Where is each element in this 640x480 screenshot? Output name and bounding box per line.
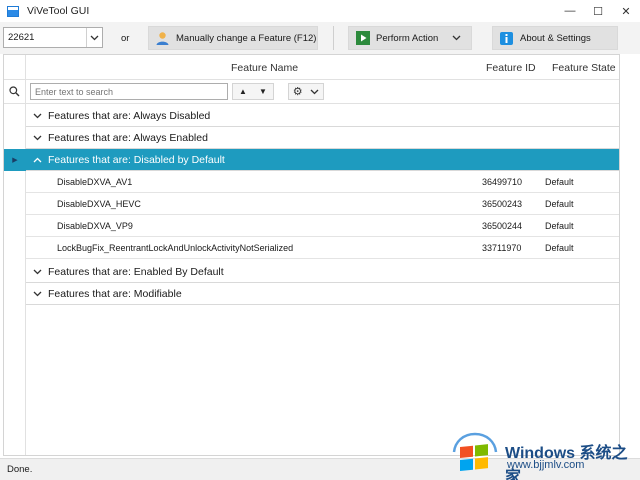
manual-change-label: Manually change a Feature (F12): [176, 32, 317, 44]
feature-state-cell: Default: [545, 221, 574, 231]
chevron-up-icon[interactable]: [26, 157, 48, 163]
about-settings-button[interactable]: About & Settings: [492, 26, 618, 50]
sort-up-icon: ▲: [239, 87, 247, 96]
feature-name-cell: DisableDXVA_HEVC: [57, 199, 141, 209]
group-label: Features that are: Modifiable: [48, 287, 182, 300]
table-row[interactable]: DisableDXVA_VP9 36500244 Default: [26, 215, 619, 237]
window-title: ViVeTool GUI: [27, 5, 90, 17]
manual-change-button[interactable]: Manually change a Feature (F12): [148, 26, 318, 50]
windows-logo-icon: [452, 432, 498, 472]
chevron-down-icon[interactable]: [26, 135, 48, 141]
feature-name-cell: DisableDXVA_VP9: [57, 221, 133, 231]
table-row[interactable]: LockBugFix_ReentrantLockAndUnlockActivit…: [26, 237, 619, 259]
feature-state-cell: Default: [545, 199, 574, 209]
column-header-feature-id[interactable]: Feature ID: [486, 62, 536, 74]
chevron-down-icon[interactable]: [86, 28, 102, 47]
gear-icon: ⚙: [292, 86, 303, 98]
sort-down-icon: ▼: [259, 87, 267, 96]
chevron-down-icon[interactable]: [26, 269, 48, 275]
group-label: Features that are: Enabled By Default: [48, 265, 224, 278]
feature-name-cell: DisableDXVA_AV1: [57, 177, 133, 187]
status-text: Done.: [7, 464, 33, 475]
or-label: or: [121, 33, 130, 44]
features-grid: Feature Name Feature ID Feature State ▲ …: [3, 54, 620, 456]
close-button[interactable]: ✕: [612, 0, 640, 22]
build-value: 22621: [8, 32, 35, 43]
feature-id-cell: 36499710: [482, 177, 523, 187]
toolbar: 22621 or Manually change a Feature (F12)…: [0, 22, 640, 54]
perform-action-label: Perform Action: [376, 32, 439, 44]
minimize-button[interactable]: —: [556, 0, 584, 22]
search-icon: [9, 86, 20, 100]
toolbar-separator: [333, 26, 334, 50]
group-row-always-disabled[interactable]: Features that are: Always Disabled: [26, 105, 619, 127]
chevron-down-icon[interactable]: [452, 33, 461, 44]
play-icon: [355, 31, 370, 46]
group-label: Features that are: Always Enabled: [48, 131, 208, 144]
feature-id-cell: 36500244: [482, 221, 523, 231]
filter-options-button[interactable]: ⚙: [288, 83, 324, 100]
group-row-always-enabled[interactable]: Features that are: Always Enabled: [26, 127, 619, 149]
maximize-button[interactable]: ☐: [584, 0, 612, 22]
feature-state-cell: Default: [545, 177, 574, 187]
group-label: Features that are: Always Disabled: [48, 109, 211, 122]
column-header-feature-state[interactable]: Feature State: [552, 62, 616, 74]
feature-id-cell: 33711970: [482, 243, 522, 253]
sort-toggle-button[interactable]: ▲ ▼: [232, 83, 274, 100]
info-icon: [499, 31, 514, 46]
watermark: Windows 系统之家 www.bjjmlv.com: [447, 430, 637, 480]
app-icon: [7, 5, 19, 17]
watermark-url: www.bjjmlv.com: [507, 459, 585, 471]
grid-header: Feature Name Feature ID Feature State: [4, 55, 619, 80]
user-icon: [155, 31, 170, 46]
table-row[interactable]: DisableDXVA_AV1 36499710 Default: [26, 171, 619, 193]
about-settings-label: About & Settings: [520, 32, 591, 44]
chevron-down-icon[interactable]: [26, 291, 48, 297]
feature-id-cell: 36500243: [482, 199, 523, 209]
filter-row: ▲ ▼ ⚙: [4, 80, 619, 104]
row-indicator-column: [4, 55, 26, 455]
group-label: Features that are: Disabled by Default: [48, 153, 225, 166]
table-row[interactable]: DisableDXVA_HEVC 36500243 Default: [26, 193, 619, 215]
perform-action-button[interactable]: Perform Action: [348, 26, 472, 50]
group-row-modifiable[interactable]: Features that are: Modifiable: [26, 283, 619, 305]
build-combobox[interactable]: 22621: [3, 27, 103, 48]
feature-name-cell: LockBugFix_ReentrantLockAndUnlockActivit…: [57, 243, 294, 253]
chevron-down-icon[interactable]: [26, 113, 48, 119]
group-row-enabled-by-default[interactable]: Features that are: Enabled By Default: [26, 261, 619, 283]
group-row-disabled-by-default[interactable]: Features that are: Disabled by Default: [26, 149, 619, 171]
search-input[interactable]: [30, 83, 228, 100]
column-header-feature-name[interactable]: Feature Name: [231, 62, 298, 74]
chevron-down-icon: [310, 86, 319, 98]
feature-state-cell: Default: [545, 243, 574, 253]
row-selected-indicator: ▶: [4, 149, 26, 171]
window-controls: — ☐ ✕: [556, 0, 640, 22]
title-bar: ViVeTool GUI — ☐ ✕: [0, 0, 640, 22]
